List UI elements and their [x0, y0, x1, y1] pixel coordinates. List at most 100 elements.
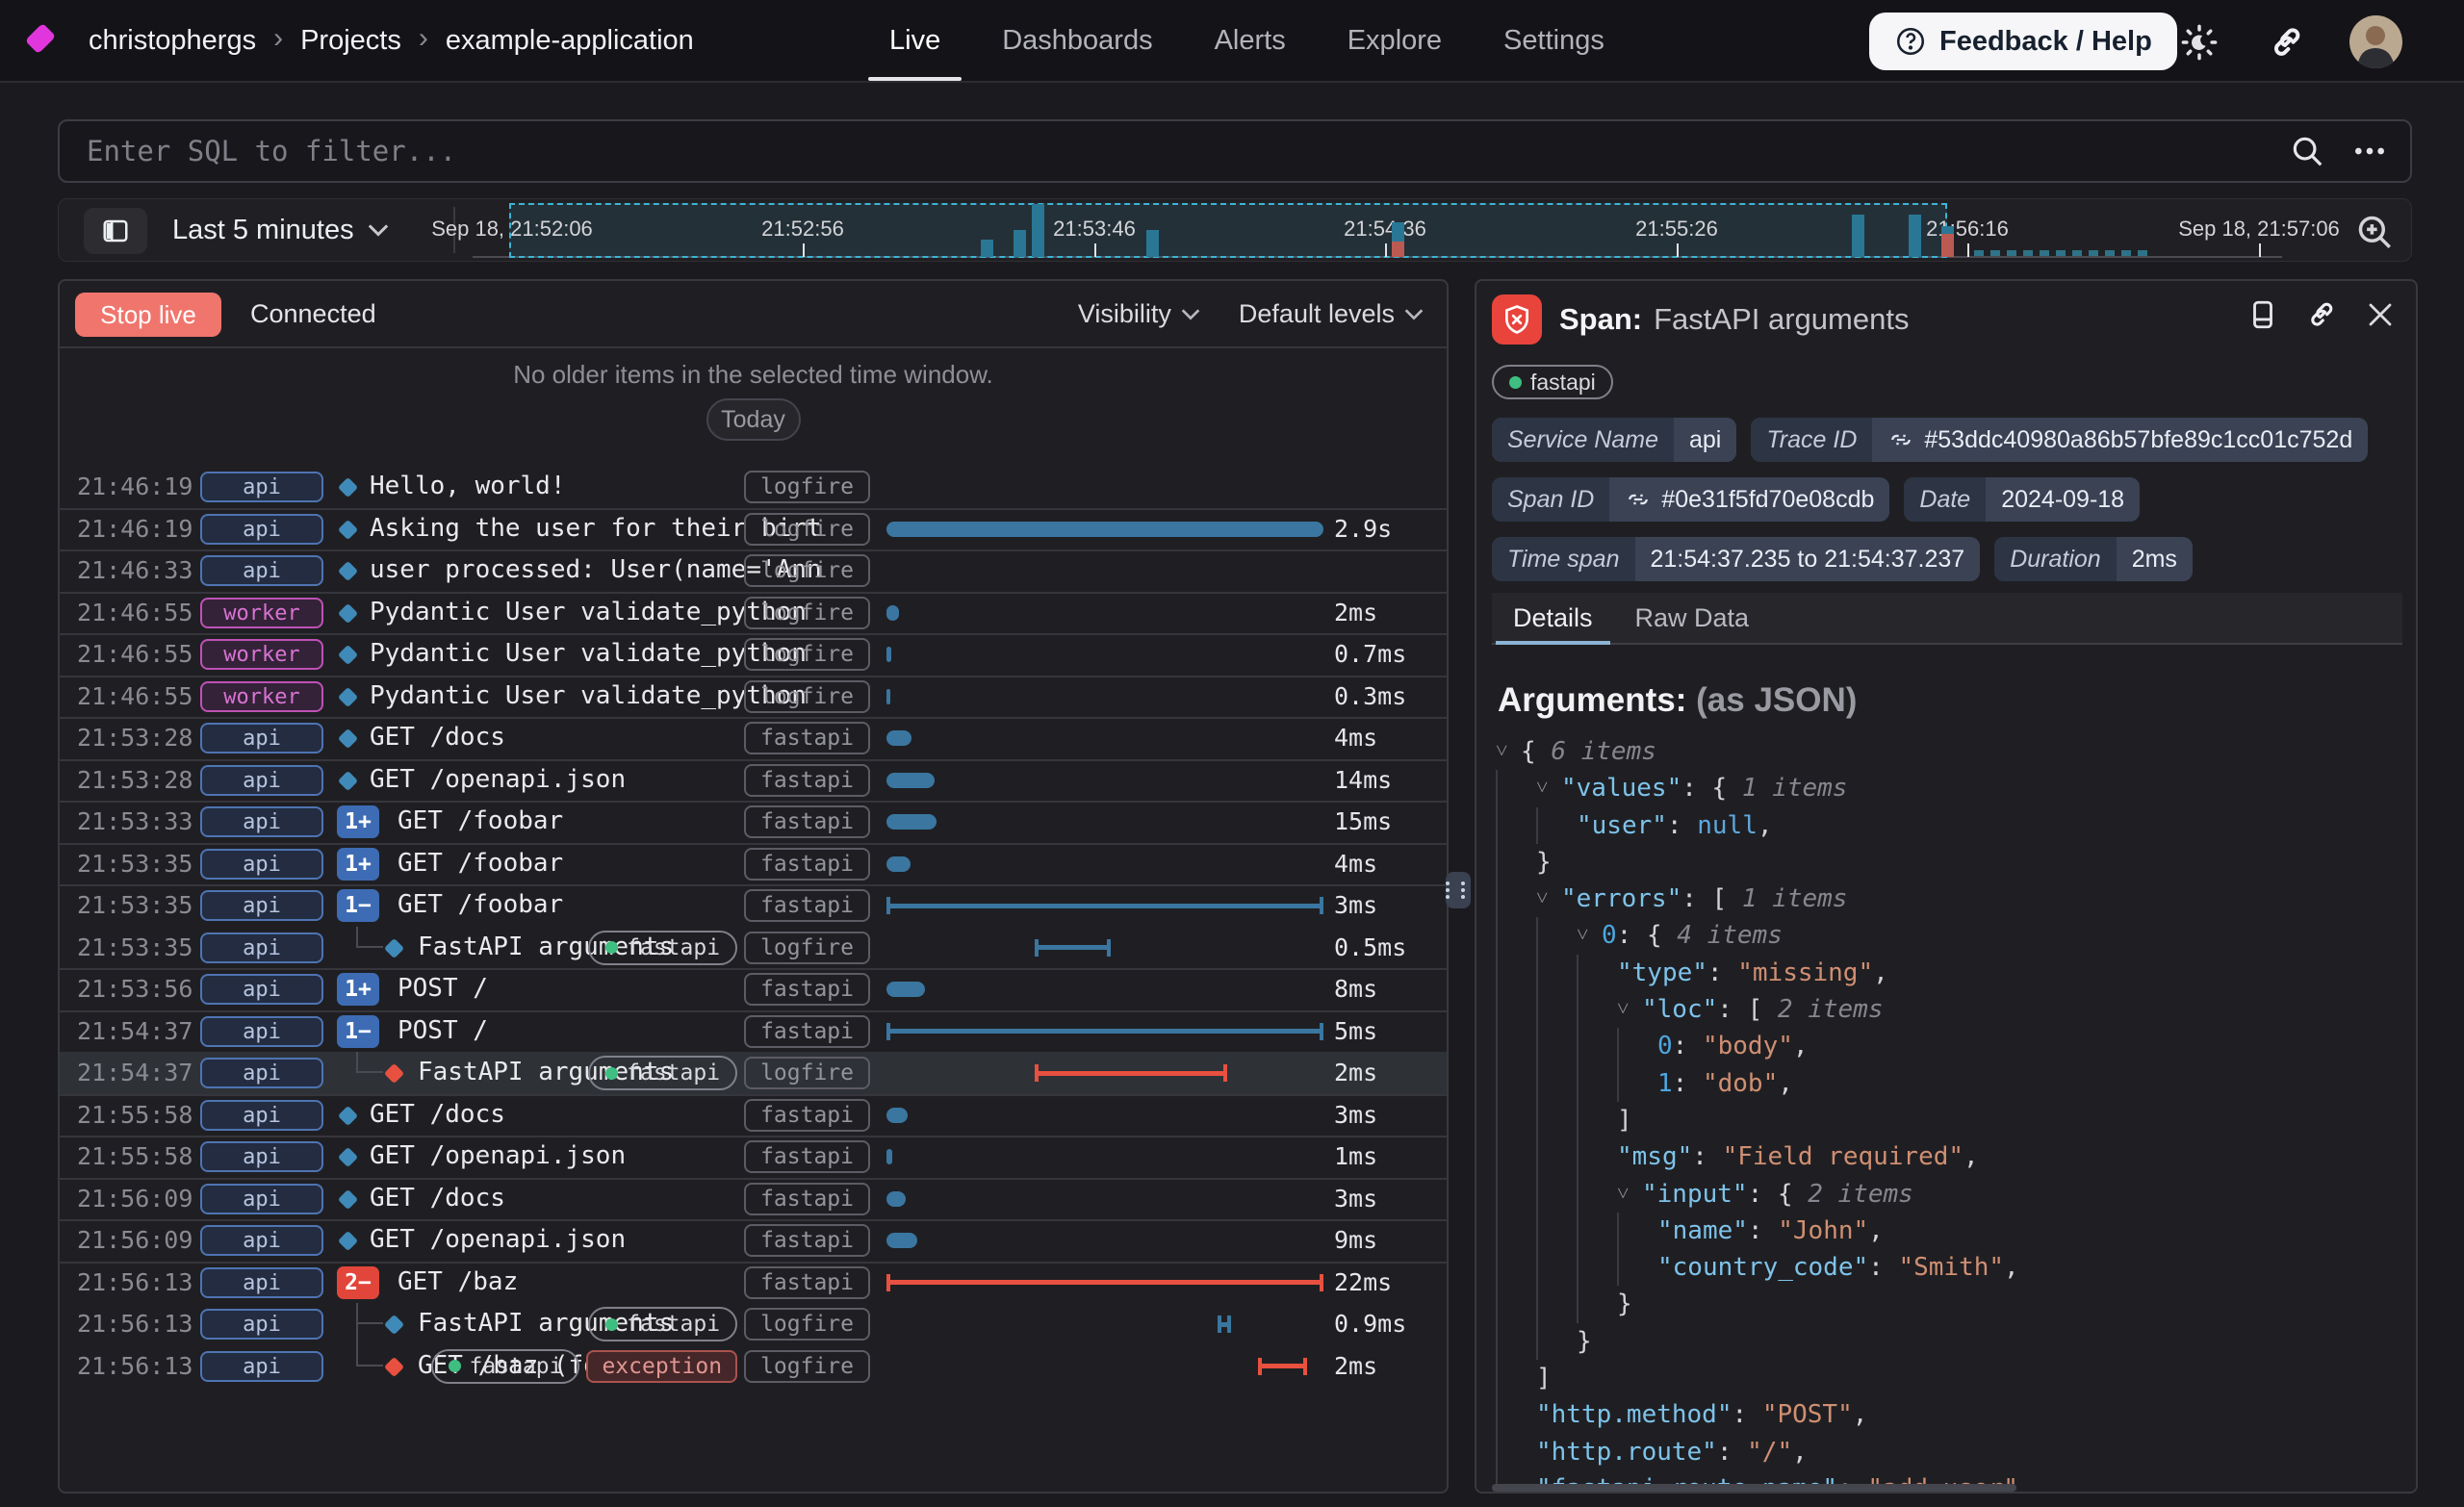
copy-page-link-button[interactable] — [2264, 18, 2312, 66]
table-row[interactable]: 21:56:13apiGET /baz (fofastapiexceptionl… — [60, 1345, 1447, 1388]
histogram-bar — [1392, 222, 1404, 257]
visibility-dropdown[interactable]: Visibility — [1078, 299, 1200, 329]
scope-tag: logfire — [744, 554, 870, 587]
indent-guide — [1617, 1249, 1657, 1286]
chevron-down-icon — [1404, 308, 1424, 320]
scope-tag: fastapi — [744, 1266, 870, 1299]
timeline-tick-label: 21:56:16 — [1861, 217, 2073, 242]
table-row[interactable]: 21:46:55workerPydantic User validate_pyt… — [60, 592, 1447, 634]
indent-guide — [1496, 1065, 1536, 1102]
breadcrumb-item[interactable]: Projects — [300, 25, 401, 57]
sql-filter-input[interactable] — [87, 121, 2281, 181]
json-line: ˅{ 6 items — [1496, 733, 2400, 770]
stop-live-button[interactable]: Stop live — [75, 293, 221, 337]
json-caret-icon[interactable]: ˅ — [1536, 881, 1561, 917]
scope-tag: fastapi — [744, 1015, 870, 1048]
panel-resize-handle[interactable] — [1446, 872, 1471, 908]
table-row[interactable]: 21:53:33api1+GET /foobarfastapi15ms — [60, 801, 1447, 843]
tab-live[interactable]: Live — [868, 0, 962, 81]
json-caret-icon[interactable]: ˅ — [1496, 733, 1521, 770]
tag-group: fastapi — [60, 1139, 870, 1174]
tab-settings[interactable]: Settings — [1482, 0, 1626, 81]
zoom-in-button[interactable] — [2351, 209, 2398, 255]
table-row[interactable]: 21:46:55workerPydantic User validate_pyt… — [60, 633, 1447, 676]
open-in-panel-button[interactable] — [2246, 298, 2279, 331]
today-button[interactable]: Today — [706, 398, 801, 441]
table-row[interactable]: 21:46:33apiuser processed: User(name='An… — [60, 549, 1447, 592]
table-row[interactable]: 21:53:28apiGET /openapi.jsonfastapi14ms — [60, 759, 1447, 802]
chip-label: Time span — [1492, 537, 1635, 581]
indent-guide — [1536, 807, 1577, 844]
table-row[interactable]: 21:54:37api1−POST /fastapi5ms — [60, 1010, 1447, 1053]
chip-label: Date — [1904, 477, 1986, 522]
user-avatar[interactable] — [2349, 15, 2402, 68]
close-icon — [2366, 300, 2395, 329]
scope-tag: logfire — [744, 1350, 870, 1383]
tab-dashboards[interactable]: Dashboards — [981, 0, 1173, 81]
trace-table: 21:46:19apiHello, world!logfire21:46:19a… — [60, 466, 1447, 1387]
metadata-chips-row: Service NameapiTrace ID#53ddc40980a86b57… — [1492, 418, 2368, 462]
json-line: "http.route": "/", — [1496, 1434, 2400, 1470]
duration-bar — [886, 856, 911, 872]
indent-guide — [1496, 991, 1536, 1028]
table-row[interactable]: 21:46:55workerPydantic User validate_pyt… — [60, 676, 1447, 718]
table-row[interactable]: 21:53:35apiFastAPI argumentsfastapilogfi… — [60, 927, 1447, 969]
table-row[interactable]: 21:55:58apiGET /openapi.jsonfastapi1ms — [60, 1136, 1447, 1178]
chain-link-icon[interactable] — [1625, 486, 1652, 513]
time-range-bar: Last 5 minutes Sep 18, 21:52:0621:52:562… — [58, 198, 2412, 262]
table-row[interactable]: 21:56:09apiGET /openapi.jsonfastapi9ms — [60, 1219, 1447, 1262]
copy-span-link-button[interactable] — [2306, 298, 2339, 331]
indent-guide — [1577, 1102, 1617, 1138]
breadcrumb-item[interactable]: example-application — [446, 25, 694, 57]
theme-toggle-button[interactable] — [2175, 18, 2223, 66]
logfire-logo-icon[interactable] — [25, 23, 56, 54]
more-options-icon[interactable] — [2350, 132, 2389, 170]
table-row[interactable]: 21:56:09apiGET /docsfastapi3ms — [60, 1178, 1447, 1220]
horizontal-scrollbar[interactable] — [1492, 1484, 2016, 1492]
table-row[interactable]: 21:46:19apiAsking the user for their bir… — [60, 508, 1447, 550]
close-panel-button[interactable] — [2366, 300, 2395, 329]
tag-group: fastapi — [60, 805, 870, 839]
indent-guide — [1577, 991, 1617, 1028]
default-levels-dropdown[interactable]: Default levels — [1239, 299, 1424, 329]
zoom-in-icon — [2354, 212, 2395, 252]
duration-bar — [886, 647, 891, 662]
scope-tag: logfire — [744, 680, 870, 713]
json-caret-icon[interactable]: ˅ — [1617, 991, 1642, 1028]
chip-value: 2024-09-18 — [1986, 477, 2140, 522]
table-row[interactable]: 21:53:28apiGET /docsfastapi4ms — [60, 717, 1447, 759]
timeline[interactable]: Sep 18, 21:52:0621:52:5621:53:4621:54:36… — [59, 199, 2413, 261]
duration-bar — [886, 730, 911, 746]
json-tree: ˅{ 6 items˅"values": { 1 items"user": nu… — [1496, 733, 2400, 1494]
table-row[interactable]: 21:53:35api1+GET /foobarfastapi4ms — [60, 843, 1447, 885]
tag-group: fastapi — [60, 721, 870, 755]
indent-guide — [1536, 1213, 1577, 1249]
breadcrumb: christophergs›Projects›example-applicati… — [89, 0, 694, 81]
json-caret-icon[interactable]: ˅ — [1536, 770, 1561, 806]
chain-link-icon[interactable] — [1887, 426, 1914, 453]
indent-guide — [1617, 1213, 1657, 1249]
tab-raw-data[interactable]: Raw Data — [1614, 593, 1771, 643]
feedback-help-button[interactable]: Feedback / Help — [1869, 13, 2177, 70]
table-row[interactable]: 21:55:58apiGET /docsfastapi3ms — [60, 1094, 1447, 1137]
table-row[interactable]: 21:56:13api2−GET /bazfastapi22ms — [60, 1262, 1447, 1304]
green-dot-icon — [605, 1318, 618, 1331]
tab-explore[interactable]: Explore — [1326, 0, 1463, 81]
tag-group: fastapi — [60, 1182, 870, 1216]
breadcrumb-item[interactable]: christophergs — [89, 25, 256, 57]
json-caret-icon[interactable]: ˅ — [1577, 917, 1602, 954]
json-line: "name": "John", — [1496, 1213, 2400, 1249]
duration-label: 14ms — [1334, 759, 1392, 802]
table-row[interactable]: 21:56:13apiFastAPI argumentsfastapilogfi… — [60, 1303, 1447, 1345]
tab-details[interactable]: Details — [1492, 593, 1614, 643]
table-row[interactable]: 21:54:37apiFastAPI argumentsfastapilogfi… — [60, 1052, 1447, 1094]
table-row[interactable]: 21:53:35api1−GET /foobarfastapi3ms — [60, 884, 1447, 927]
duration-label: 4ms — [1334, 843, 1377, 885]
json-caret-icon[interactable]: ˅ — [1617, 1176, 1642, 1213]
tab-alerts[interactable]: Alerts — [1194, 0, 1307, 81]
scope-tag: fastapi — [744, 1099, 870, 1132]
table-row[interactable]: 21:53:56api1+POST /fastapi8ms — [60, 968, 1447, 1010]
search-icon[interactable] — [2289, 133, 2325, 169]
table-row[interactable]: 21:46:19apiHello, world!logfire — [60, 466, 1447, 508]
duration-span-bar — [1035, 939, 1111, 957]
